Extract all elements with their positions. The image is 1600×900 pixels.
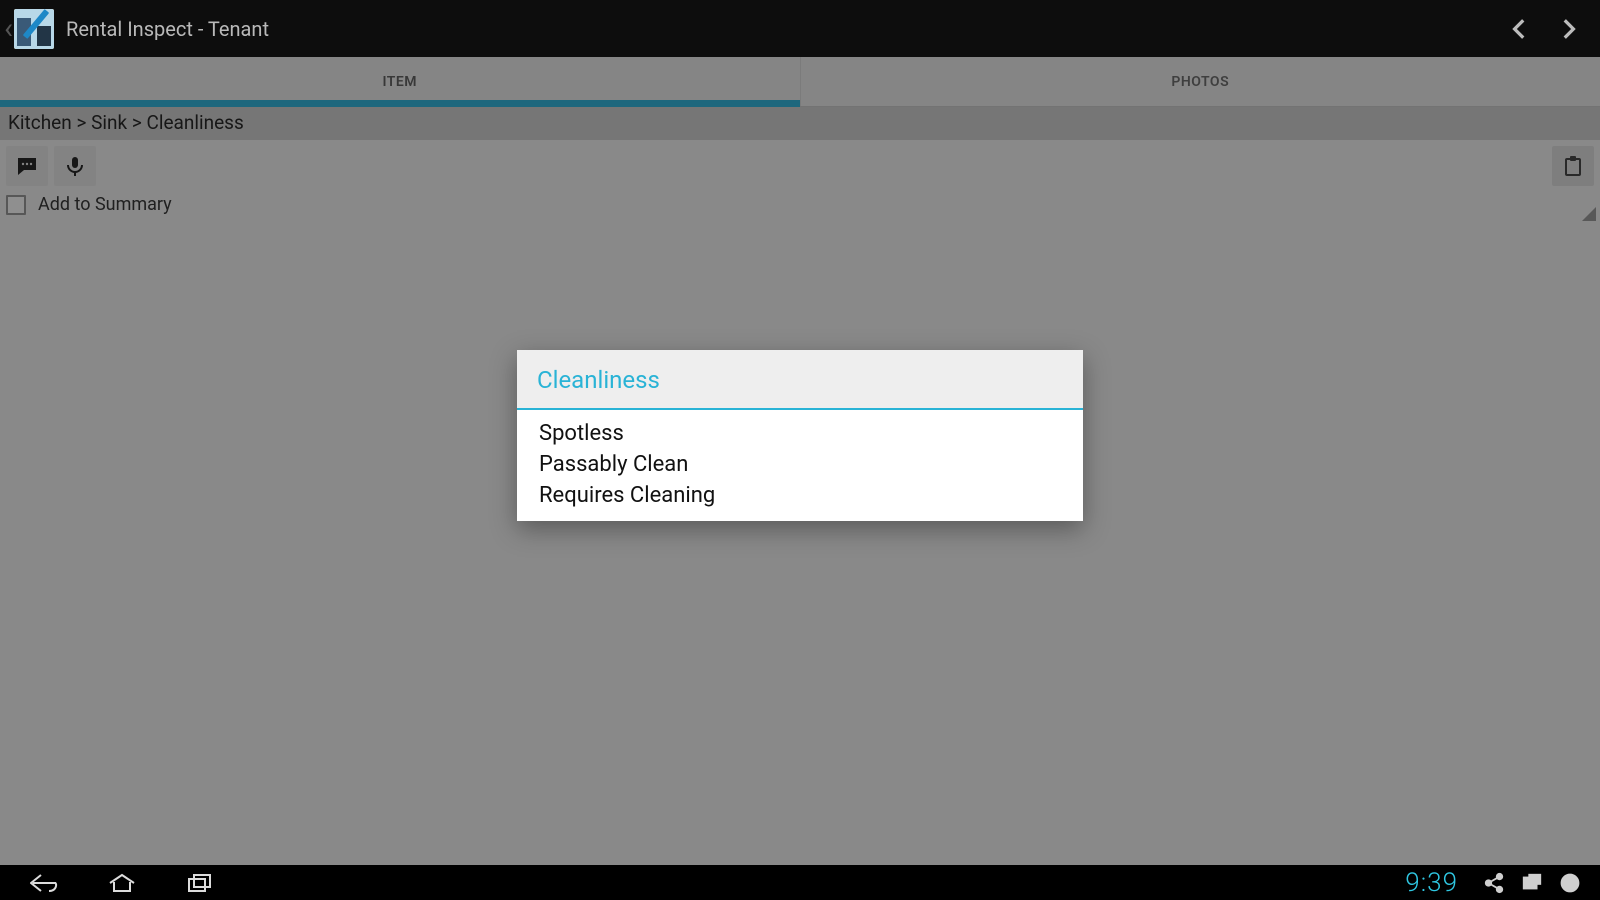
action-bar: ‹ Rental Inspect - Tenant — [0, 0, 1600, 57]
dialog-option-requires-clean[interactable]: Requires Cleaning — [517, 480, 1083, 511]
back-button[interactable] — [14, 865, 74, 900]
modal-scrim[interactable]: Cleanliness Spotless Passably Clean Requ… — [0, 57, 1600, 865]
recents-button[interactable] — [170, 865, 230, 900]
app-icon[interactable] — [14, 9, 54, 49]
android-nav-bar: 9:39 — [0, 865, 1600, 900]
dialog-option-passably-clean[interactable]: Passably Clean — [517, 449, 1083, 480]
status-clock: 9:39 — [1405, 868, 1458, 898]
screenshot-icon[interactable] — [1516, 872, 1548, 894]
next-button[interactable] — [1544, 1, 1592, 57]
cleanliness-dialog: Cleanliness Spotless Passably Clean Requ… — [517, 350, 1083, 521]
dialog-title: Cleanliness — [517, 350, 1083, 410]
share-icon[interactable] — [1478, 872, 1510, 894]
app-title: Rental Inspect - Tenant — [66, 17, 269, 41]
close-overlay-icon[interactable] — [1554, 872, 1586, 894]
prev-button[interactable] — [1496, 1, 1544, 57]
dialog-option-spotless[interactable]: Spotless — [517, 418, 1083, 449]
home-button[interactable] — [92, 865, 152, 900]
